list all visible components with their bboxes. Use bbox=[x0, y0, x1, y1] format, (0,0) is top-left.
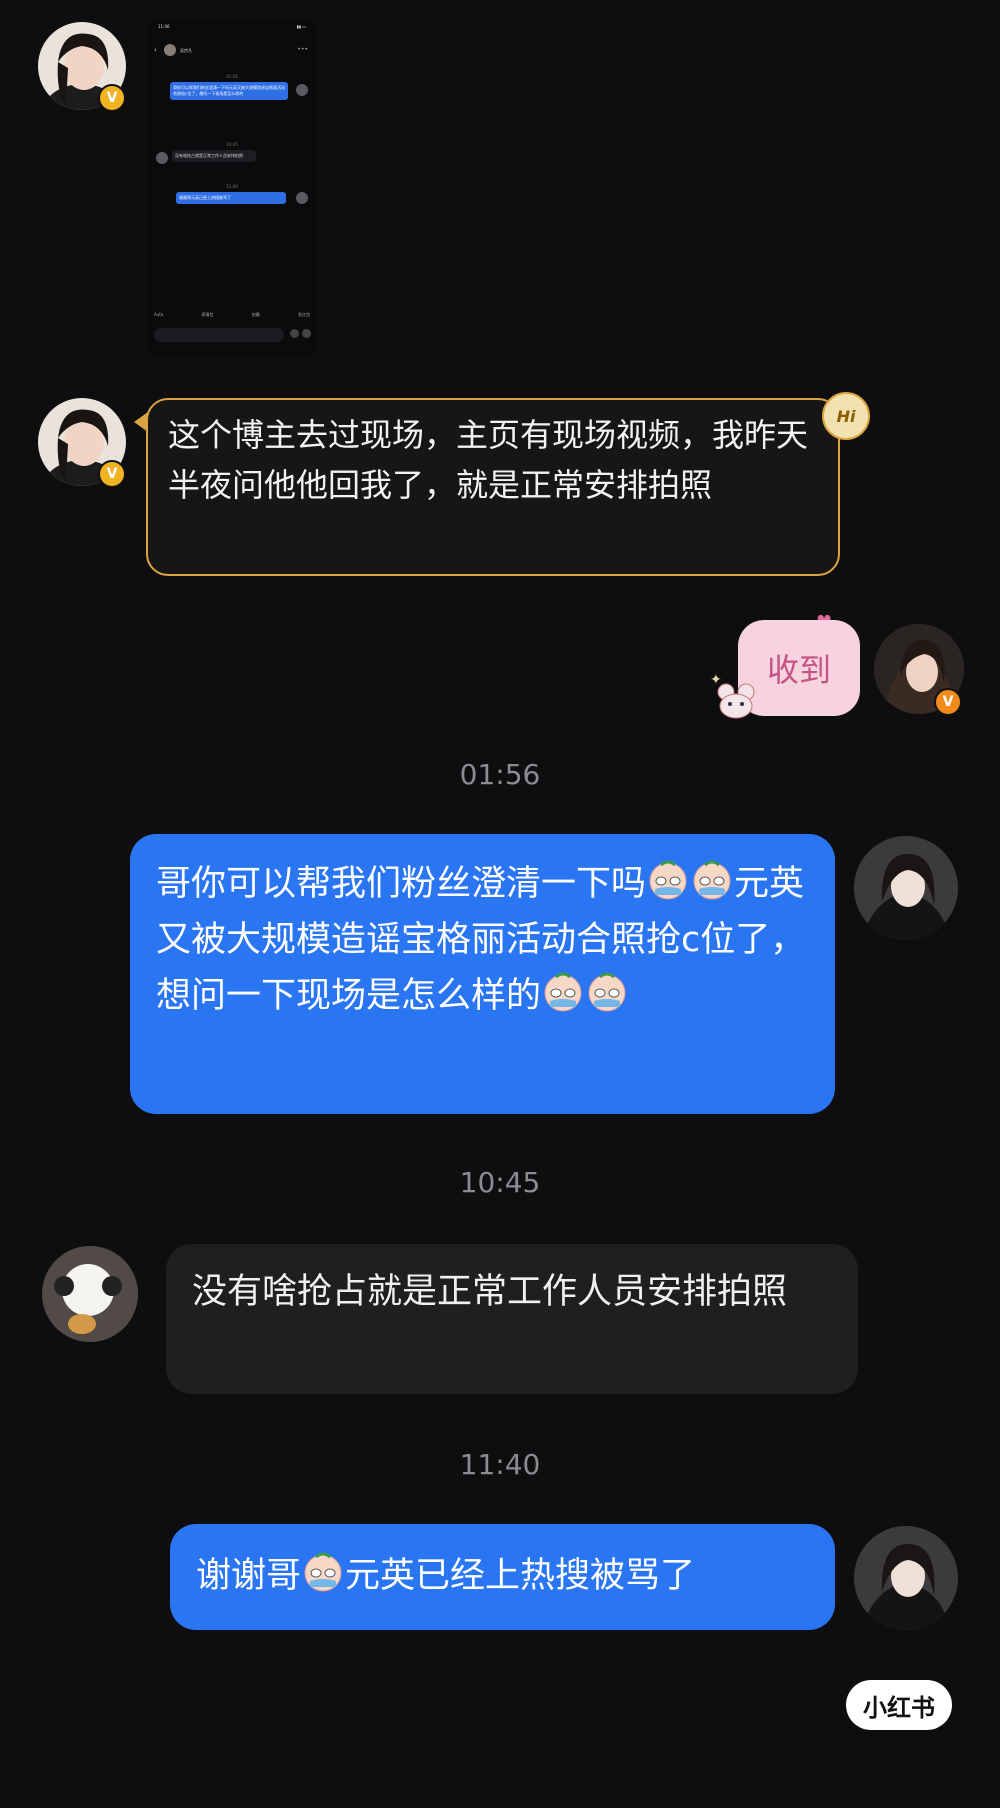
embed-timestamp: 11:40 bbox=[226, 184, 238, 189]
embedded-chat-screenshot[interactable]: 11:06 ▮▮ ▭ ‹ 吴宗凡 ••• 01:56 哥你可以帮我们粉丝澄清一下… bbox=[148, 20, 316, 356]
embed-contact-avatar bbox=[156, 152, 168, 164]
timestamp: 01:56 bbox=[459, 758, 541, 791]
embed-signal-icon: ▮▮ ▭ bbox=[296, 24, 306, 29]
mouse-sticker-icon bbox=[717, 683, 755, 719]
received-message-bubble[interactable]: 没有啥抢占就是正常工作人员安排拍照 bbox=[166, 1244, 858, 1394]
sticker-message-text: 这个博主去过现场，主页有现场视频，我昨天半夜问他他回我了，就是正常安排拍照 bbox=[168, 416, 809, 504]
crying-emoji-icon bbox=[588, 972, 626, 1012]
embed-toolbar: Auto 表情包 拍摄 发红包 bbox=[154, 312, 310, 318]
crying-emoji-icon bbox=[304, 1552, 342, 1592]
sent-message-bubble[interactable]: 谢谢哥 元英已经上热搜被骂了 bbox=[170, 1524, 835, 1630]
message-text: 谢谢哥 bbox=[196, 1556, 302, 1596]
avatar[interactable] bbox=[854, 1526, 958, 1630]
embed-toolbar-item: 拍摄 bbox=[251, 312, 260, 317]
timestamp: 10:45 bbox=[459, 1166, 541, 1199]
avatar[interactable] bbox=[42, 1246, 138, 1342]
embed-contact-name: 吴宗凡 bbox=[180, 48, 192, 53]
embed-sent-message: 哥你可以帮我们粉丝澄清一下吗元英又被大规模造谣宝格丽活动合照抢c位了，想问一下现… bbox=[170, 82, 288, 100]
timestamp: 11:40 bbox=[459, 1448, 541, 1481]
embed-plus-icon bbox=[302, 329, 311, 338]
embed-input-bar bbox=[154, 328, 284, 342]
sparkle-icon: ✦ bbox=[710, 672, 722, 688]
embed-more-icon: ••• bbox=[297, 46, 308, 53]
embed-toolbar-item: Auto bbox=[154, 312, 164, 317]
message-text: 没有啥抢占就是正常工作人员安排拍照 bbox=[192, 1272, 788, 1312]
message-text: 哥你可以帮我们粉丝澄清一下吗 bbox=[156, 864, 647, 904]
embed-timestamp: 10:45 bbox=[226, 142, 238, 147]
message-text: 元英已经上热搜被骂了 bbox=[345, 1556, 696, 1596]
crying-emoji-icon bbox=[693, 860, 731, 900]
hi-sticker-icon: Hi bbox=[822, 392, 870, 440]
embed-contact-avatar bbox=[164, 44, 176, 56]
crying-emoji-icon bbox=[649, 860, 687, 900]
embed-timestamp: 01:56 bbox=[226, 74, 238, 79]
crying-emoji-icon bbox=[544, 972, 582, 1012]
embed-status-time: 11:06 bbox=[158, 24, 170, 29]
embed-sent-message: 谢谢哥元英已经上热搜被骂了 bbox=[176, 192, 286, 204]
embed-emoji-icon bbox=[290, 329, 299, 338]
sent-message-bubble[interactable]: 哥你可以帮我们粉丝澄清一下吗 元英又被大规模造谣宝格丽活动合照抢c位了，想问一下现… bbox=[130, 834, 835, 1114]
watermark-logo: 小红书 bbox=[846, 1680, 952, 1730]
embed-self-avatar bbox=[296, 192, 308, 204]
embed-toolbar-item: 表情包 bbox=[201, 312, 214, 317]
embed-back-icon: ‹ bbox=[154, 46, 157, 54]
verified-badge-icon: V bbox=[934, 688, 962, 716]
embed-toolbar-item: 发红包 bbox=[298, 312, 310, 317]
avatar[interactable] bbox=[854, 836, 958, 940]
verified-badge-icon: V bbox=[98, 460, 126, 488]
embed-self-avatar bbox=[296, 84, 308, 96]
verified-badge-icon: V bbox=[98, 84, 126, 112]
embed-received-message: 没有啥抢占就是正常工作人员安排拍照 bbox=[172, 150, 256, 162]
